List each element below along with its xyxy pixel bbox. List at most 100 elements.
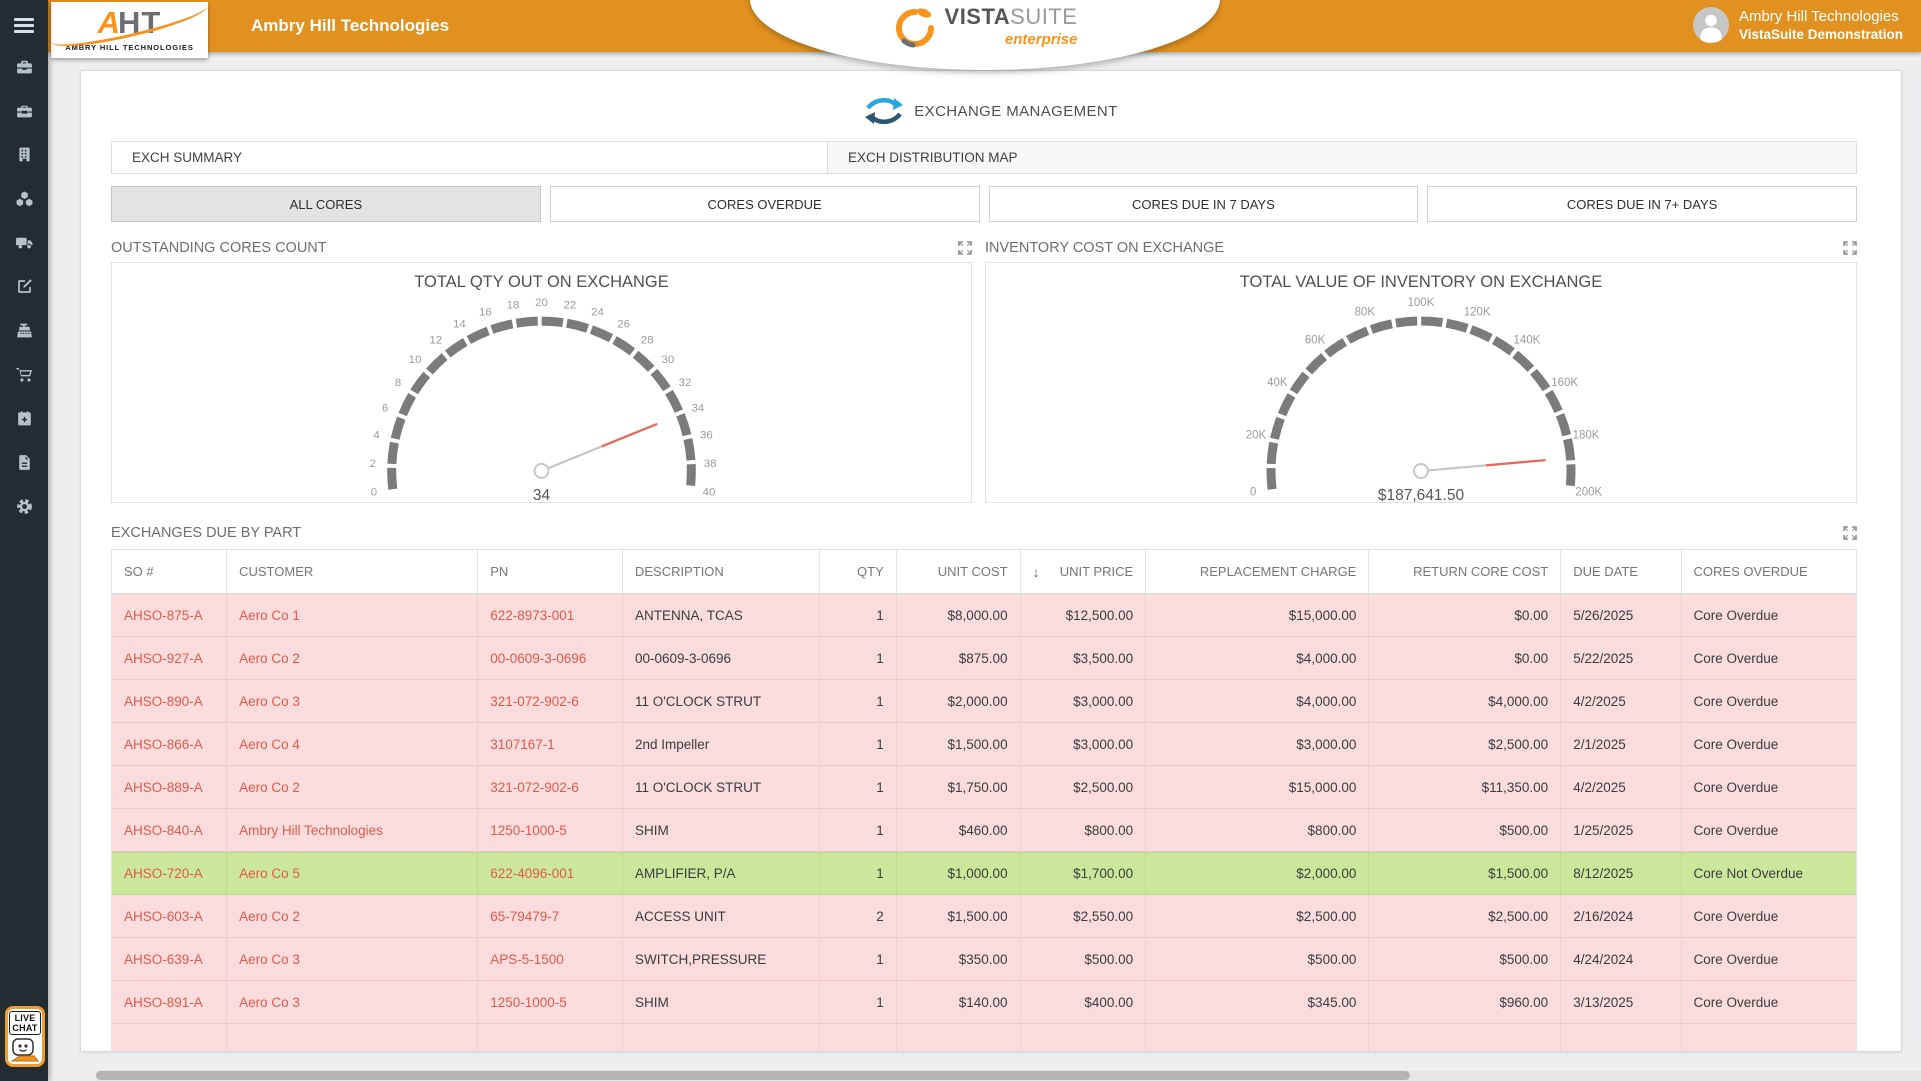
cell-return_core_cost: $500.00: [1369, 938, 1561, 980]
cell-cores_overdue: Core Overdue: [1682, 766, 1856, 808]
svg-text:120K: 120K: [1464, 307, 1491, 319]
cell-cores_overdue: Core Overdue: [1682, 809, 1856, 851]
filter-button-cores-due-in-7-days[interactable]: CORES DUE IN 7 DAYS: [989, 186, 1419, 222]
svg-text:80K: 80K: [1355, 307, 1376, 319]
table-row[interactable]: AHSO-639-AAero Co 3APS-5-1500SWITCH,PRES…: [112, 938, 1856, 981]
table-row[interactable]: AHSO-927-AAero Co 200-0609-3-069600-0609…: [112, 637, 1856, 680]
cell-cores_overdue: Core Overdue: [1682, 938, 1856, 980]
cell-description: 11 O'CLOCK STRUT: [623, 766, 820, 808]
column-header-unit_cost[interactable]: UNIT COST: [897, 550, 1021, 593]
svg-text:60K: 60K: [1305, 334, 1326, 346]
sidebar-item-cash-register[interactable]: [11, 319, 37, 343]
cell-unit_cost: $1,750.00: [897, 766, 1021, 808]
cell-pn: 00-0609-3-0696: [478, 637, 623, 679]
expand-icon[interactable]: [1843, 241, 1857, 255]
table-row[interactable]: AHSO-720-AAero Co 5622-4096-001AMPLIFIER…: [112, 852, 1856, 895]
cell-due_date: 4/24/2024: [1561, 938, 1681, 980]
tab-exch-summary[interactable]: EXCH SUMMARY: [112, 142, 827, 173]
tab-exch-distribution-map[interactable]: EXCH DISTRIBUTION MAP: [827, 142, 1856, 173]
sidebar-item-toolbox[interactable]: [11, 99, 37, 123]
cell-description: SHIM: [623, 981, 820, 1023]
live-chat-button[interactable]: LIVE CHAT: [5, 1006, 45, 1067]
sidebar-item-truck[interactable]: [11, 231, 37, 255]
cell-unit_cost: $875.00: [897, 637, 1021, 679]
cell-description: AMPLIFIER, P/A: [623, 853, 820, 894]
svg-text:16: 16: [479, 307, 492, 319]
column-header-label: DESCRIPTION: [635, 564, 724, 579]
svg-text:24: 24: [591, 307, 604, 319]
table-row-partial[interactable]: [112, 1024, 1856, 1052]
cell-replacement_charge: $3,000.00: [1146, 723, 1369, 765]
vistasuite-logo-icon: [893, 6, 937, 50]
expand-icon[interactable]: [958, 241, 972, 255]
expand-icon[interactable]: [1843, 526, 1857, 540]
cell-customer: Aero Co 3: [227, 680, 478, 722]
column-header-cores_overdue[interactable]: CORES OVERDUE: [1682, 550, 1856, 593]
svg-text:40K: 40K: [1267, 377, 1288, 389]
filter-button-cores-due-in-7-days[interactable]: CORES DUE IN 7+ DAYS: [1427, 186, 1857, 222]
table-row[interactable]: AHSO-840-AAmbry Hill Technologies1250-10…: [112, 809, 1856, 852]
brand-vista: VISTA: [945, 4, 1011, 29]
app-title: Ambry Hill Technologies: [251, 0, 449, 52]
svg-text:8: 8: [395, 377, 401, 389]
cell-qty: 1: [820, 938, 897, 980]
svg-text:0: 0: [1250, 487, 1256, 499]
column-header-description[interactable]: DESCRIPTION: [623, 550, 820, 593]
column-header-so[interactable]: SO #: [112, 550, 227, 593]
cell-description: 00-0609-3-0696: [623, 637, 820, 679]
cell-customer: Aero Co 4: [227, 723, 478, 765]
sidebar-item-building[interactable]: [11, 143, 37, 167]
sidebar-item-document[interactable]: [11, 451, 37, 475]
sidebar-item-edit[interactable]: [11, 275, 37, 299]
horizontal-scrollbar: [96, 1070, 1921, 1081]
cell-return_core_cost: $11,350.00: [1369, 766, 1561, 808]
scrollbar-thumb[interactable]: [96, 1071, 1410, 1080]
svg-text:160K: 160K: [1551, 377, 1578, 389]
column-header-due_date[interactable]: DUE DATE: [1561, 550, 1681, 593]
chat-mascot-icon: [10, 1037, 40, 1063]
cell-unit_cost: $8,000.00: [897, 594, 1021, 636]
company-logo[interactable]: AHT AMBRY HILL TECHNOLOGIES: [51, 2, 208, 58]
cell-cores_overdue: Core Not Overdue: [1682, 853, 1856, 894]
svg-text:20: 20: [535, 297, 548, 309]
svg-text:200K: 200K: [1575, 487, 1602, 499]
svg-text:140K: 140K: [1513, 334, 1540, 346]
table-row[interactable]: AHSO-891-AAero Co 31250-1000-5SHIM1$140.…: [112, 981, 1856, 1024]
cell-replacement_charge: $500.00: [1146, 938, 1369, 980]
filter-button-cores-overdue[interactable]: CORES OVERDUE: [550, 186, 980, 222]
cell-replacement_charge: $15,000.00: [1146, 594, 1369, 636]
svg-text:12: 12: [429, 334, 442, 346]
menu-toggle-icon[interactable]: [14, 18, 34, 33]
column-header-replacement_charge[interactable]: REPLACEMENT CHARGE: [1146, 550, 1369, 593]
user-subtitle: VistaSuite Demonstration: [1739, 26, 1903, 43]
sidebar-nav: [0, 55, 48, 539]
cell-pn: 622-8973-001: [478, 594, 623, 636]
sidebar-item-gear[interactable]: [11, 495, 37, 519]
sidebar-item-briefcase[interactable]: [11, 55, 37, 79]
sidebar-item-cart[interactable]: [11, 363, 37, 387]
cell-unit_price: $3,000.00: [1021, 723, 1147, 765]
table-row[interactable]: AHSO-603-AAero Co 265-79479-7ACCESS UNIT…: [112, 895, 1856, 938]
svg-text:40: 40: [703, 486, 716, 498]
sidebar-item-cubes[interactable]: [11, 187, 37, 211]
cell-unit_cost: $140.00: [897, 981, 1021, 1023]
cart-icon: [15, 365, 34, 384]
cell-so: AHSO-720-A: [112, 853, 227, 894]
column-header-pn[interactable]: PN: [478, 550, 623, 593]
column-header-unit_price[interactable]: ↓UNIT PRICE: [1021, 550, 1147, 593]
table-row[interactable]: AHSO-875-AAero Co 1622-8973-001ANTENNA, …: [112, 594, 1856, 637]
filter-button-all-cores[interactable]: ALL CORES: [111, 186, 541, 222]
cell-unit_cost: [897, 1024, 1021, 1052]
exchanges-table: SO #CUSTOMERPN DESCRIPTION QTYUNIT COST↓UN…: [111, 549, 1857, 1052]
page-title: EXCHANGE MANAGEMENT: [914, 103, 1117, 120]
user-menu[interactable]: Ambry Hill Technologies VistaSuite Demon…: [1693, 7, 1903, 43]
column-header-return_core_cost[interactable]: RETURN CORE COST: [1369, 550, 1561, 593]
table-row[interactable]: AHSO-866-AAero Co 43107167-12nd Impeller…: [112, 723, 1856, 766]
table-row[interactable]: AHSO-890-AAero Co 3321-072-902-611 O'CLO…: [112, 680, 1856, 723]
column-header-qty[interactable]: QTY: [820, 550, 897, 593]
table-row[interactable]: AHSO-889-AAero Co 2321-072-902-611 O'CLO…: [112, 766, 1856, 809]
sidebar-item-calendar-plus[interactable]: [11, 407, 37, 431]
cell-return_core_cost: $0.00: [1369, 594, 1561, 636]
gauge-inventory-value-on-exchange: TOTAL VALUE OF INVENTORY ON EXCHANGE020K…: [985, 262, 1857, 503]
column-header-customer[interactable]: CUSTOMER: [227, 550, 478, 593]
